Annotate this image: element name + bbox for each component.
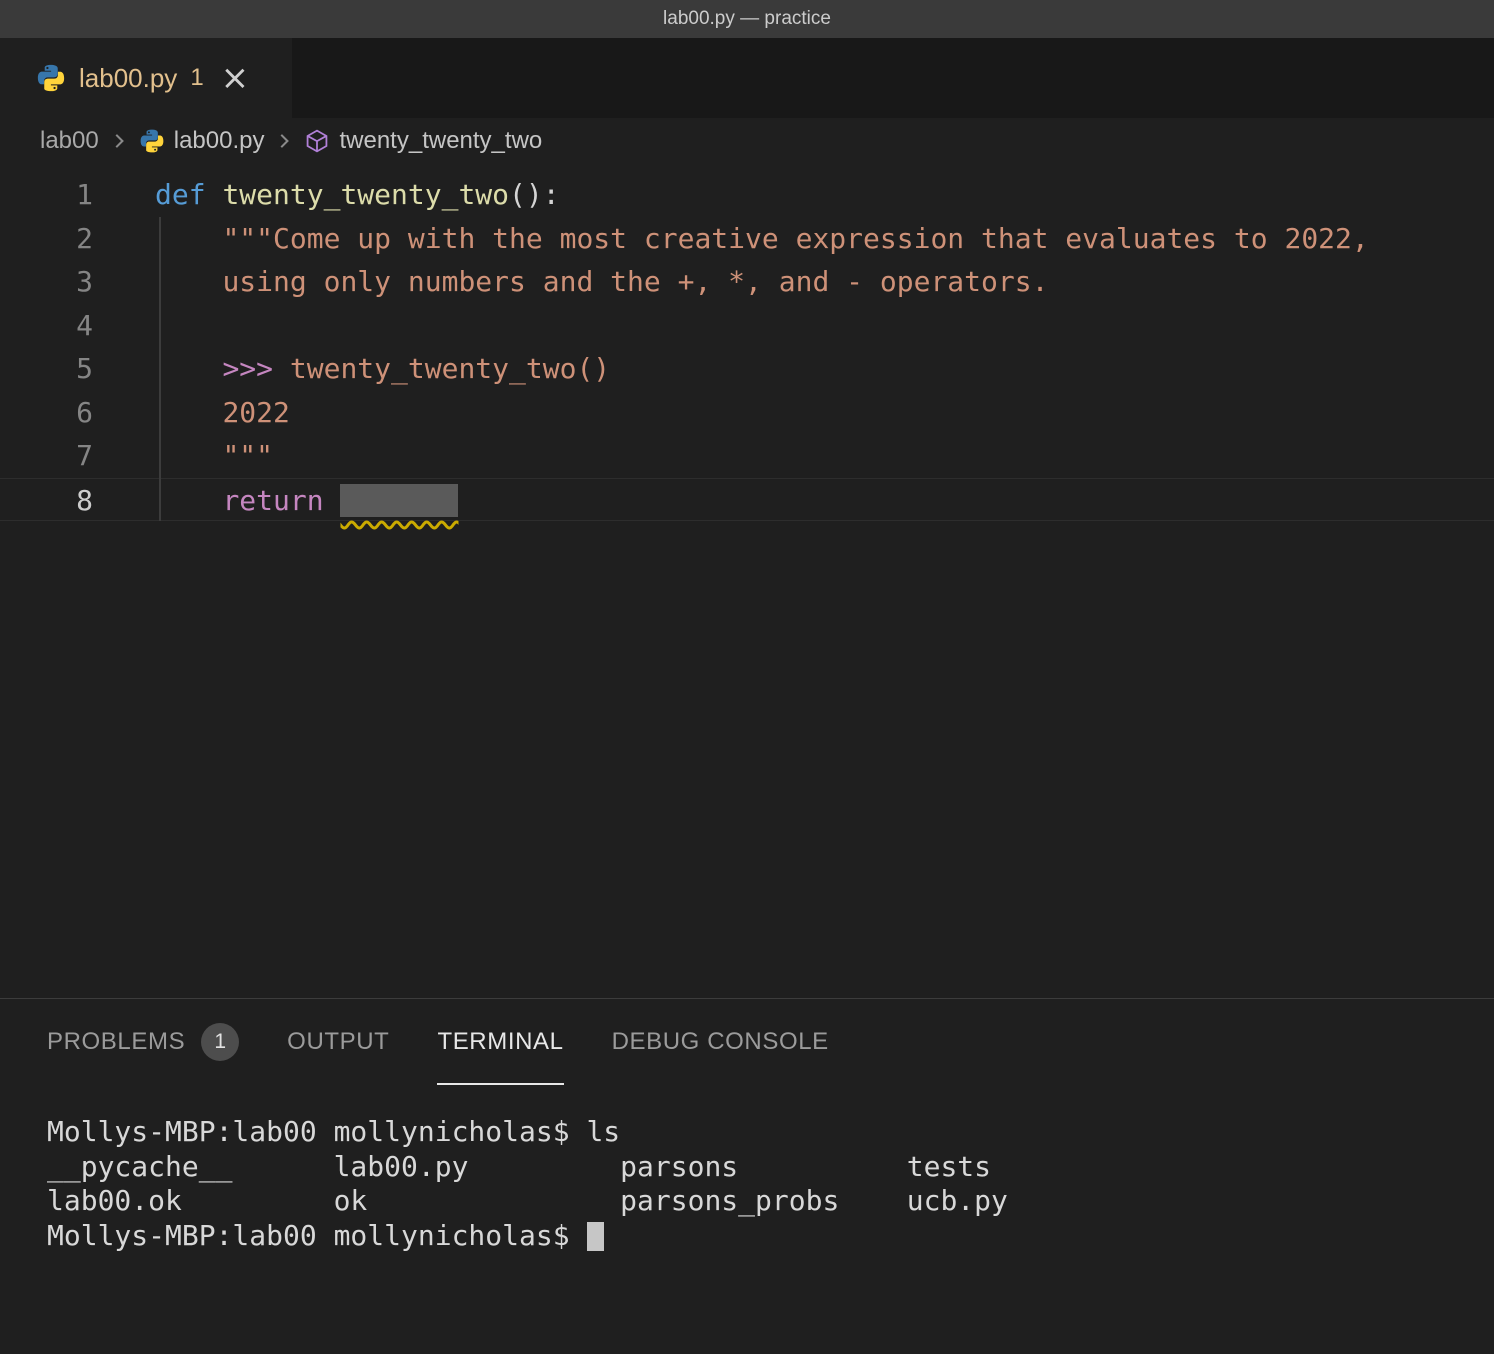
tab-lab00-py[interactable]: lab00.py 1 × <box>0 38 292 118</box>
python-icon <box>139 128 165 154</box>
code-token: """Come up with the most creative expres… <box>222 222 1368 255</box>
terminal-line: __pycache__ lab00.py parsons tests <box>47 1150 1494 1185</box>
line-number[interactable]: 4 <box>0 304 93 348</box>
terminal-line: Mollys-MBP:lab00 mollynicholas$ <box>47 1219 1494 1254</box>
terminal-line: Mollys-MBP:lab00 mollynicholas$ ls <box>47 1115 1494 1150</box>
tab-debug-console[interactable]: DEBUG CONSOLE <box>612 999 829 1085</box>
line-number[interactable]: 2 <box>0 217 93 261</box>
tab-problems[interactable]: PROBLEMS 1 <box>47 999 239 1085</box>
code-text: """ <box>155 434 273 478</box>
indent-guide <box>159 217 161 521</box>
code-token: using only numbers and the +, *, and - o… <box>222 265 1048 298</box>
tab-debug-console-label: DEBUG CONSOLE <box>612 1028 829 1056</box>
code-line[interactable]: 6 2022 <box>0 391 1494 435</box>
line-number[interactable]: 7 <box>0 434 93 478</box>
code-editor[interactable]: 1def twenty_twenty_two():2 """Come up wi… <box>0 164 1494 998</box>
line-number[interactable]: 6 <box>0 391 93 435</box>
editor-tab-strip: lab00.py 1 × <box>0 38 1494 118</box>
symbol-module-icon <box>304 128 330 154</box>
window-title-bar: lab00.py — practice <box>0 0 1494 38</box>
bottom-panel: PROBLEMS 1 OUTPUT TERMINAL DEBUG CONSOLE… <box>0 998 1494 1354</box>
code-line[interactable]: 7 """ <box>0 434 1494 478</box>
tab-output-label: OUTPUT <box>287 1028 389 1056</box>
breadcrumb-folder[interactable]: lab00 <box>40 127 99 155</box>
code-text: """Come up with the most creative expres… <box>155 217 1369 261</box>
code-text: 2022 <box>155 391 290 435</box>
tab-terminal-label: TERMINAL <box>437 1028 563 1056</box>
code-token <box>155 265 222 298</box>
breadcrumb-symbol[interactable]: twenty_twenty_two <box>339 127 542 155</box>
code-token <box>155 352 222 385</box>
line-number[interactable]: 5 <box>0 347 93 391</box>
chevron-right-icon <box>108 130 130 152</box>
code-token: """ <box>222 439 273 472</box>
code-text: >>> twenty_twenty_two() <box>155 347 610 391</box>
code-text: return <box>155 479 458 521</box>
code-text: using only numbers and the +, *, and - o… <box>155 260 1048 304</box>
code-token: >>> <box>222 352 289 385</box>
code-line[interactable]: 3 using only numbers and the +, *, and -… <box>0 260 1494 304</box>
code-token: twenty_twenty_two() <box>290 352 610 385</box>
code-line[interactable]: 8 return <box>0 478 1494 522</box>
python-icon <box>36 63 66 93</box>
selection-warning-squiggle <box>340 484 458 517</box>
tab-close-icon[interactable]: × <box>221 61 250 95</box>
code-token <box>155 222 222 255</box>
code-token <box>206 178 223 211</box>
code-line[interactable]: 5 >>> twenty_twenty_two() <box>0 347 1494 391</box>
tab-file-name: lab00.py <box>79 63 177 94</box>
panel-tab-bar: PROBLEMS 1 OUTPUT TERMINAL DEBUG CONSOLE <box>0 999 1494 1085</box>
chevron-right-icon <box>273 130 295 152</box>
tab-output[interactable]: OUTPUT <box>287 999 389 1085</box>
line-number[interactable]: 8 <box>0 479 93 521</box>
tab-problem-count: 1 <box>190 64 203 92</box>
code-token: twenty_twenty_two <box>222 178 509 211</box>
code-token: def <box>155 178 206 211</box>
code-line[interactable]: 4 <box>0 304 1494 348</box>
terminal-output[interactable]: Mollys-MBP:lab00 mollynicholas$ ls__pyca… <box>0 1085 1494 1253</box>
code-token: return <box>222 484 323 517</box>
terminal-line: lab00.ok ok parsons_probs ucb.py <box>47 1184 1494 1219</box>
code-line[interactable]: 2 """Come up with the most creative expr… <box>0 217 1494 261</box>
code-line[interactable]: 1 def twenty_twenty_two(): <box>0 173 1494 217</box>
tab-problems-label: PROBLEMS <box>47 1028 185 1056</box>
line-number[interactable]: 1 <box>0 173 93 217</box>
code-token: (): <box>509 178 560 211</box>
code-token <box>155 484 222 517</box>
code-token <box>155 396 222 429</box>
problems-count-badge: 1 <box>201 1023 239 1061</box>
breadcrumb-file[interactable]: lab00.py <box>174 127 265 155</box>
terminal-cursor <box>587 1222 604 1251</box>
breadcrumb: lab00 lab00.py twenty_twenty_two <box>0 118 1494 164</box>
line-number[interactable]: 3 <box>0 260 93 304</box>
tab-terminal[interactable]: TERMINAL <box>437 999 563 1085</box>
code-text: def twenty_twenty_two(): <box>155 173 560 217</box>
window-title: lab00.py — practice <box>663 8 831 30</box>
editor-code-lines: 1def twenty_twenty_two():2 """Come up wi… <box>0 164 1494 521</box>
code-token <box>155 439 222 472</box>
code-token <box>324 484 341 517</box>
code-token: 2022 <box>222 396 289 429</box>
